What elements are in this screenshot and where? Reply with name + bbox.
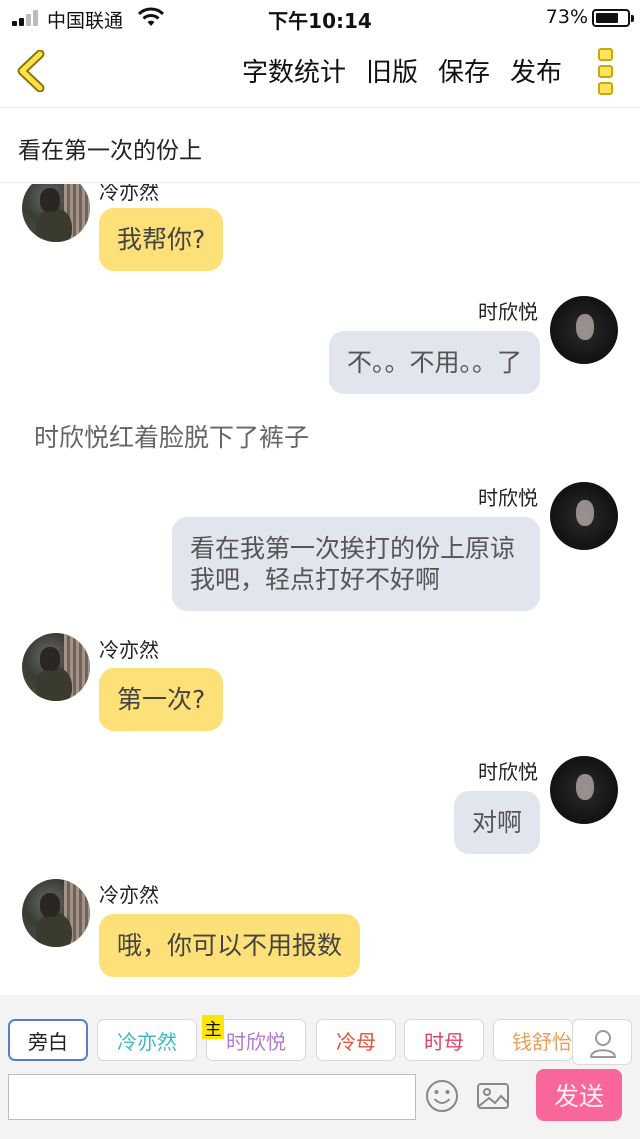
composer-bar: 旁白 冷亦然 时欣悦 主 冷母 时母 钱舒怡 发送 (0, 995, 640, 1139)
avatar-leng-yiran[interactable] (22, 633, 90, 701)
chat-area[interactable]: 冷亦然 我帮你? 时欣悦 不。。不用。。了 时欣悦红着脸脱下了裤子 时欣悦 看在… (0, 184, 640, 995)
message-bubble[interactable]: 对啊 (453, 791, 540, 854)
add-role-button[interactable] (572, 1019, 632, 1065)
old-version-button[interactable]: 旧版 (366, 52, 418, 89)
message-bubble[interactable]: 第一次? (99, 668, 224, 731)
speaker-name: 冷亦然 (99, 184, 159, 204)
message-input[interactable] (8, 1074, 416, 1120)
avatar-leng-yiran[interactable] (22, 184, 90, 242)
message-bubble[interactable]: 不。。不用。。了 (328, 331, 540, 394)
role-leng-mu[interactable]: 冷母 (316, 1019, 396, 1061)
role-label: 时欣悦 (226, 1029, 286, 1054)
role-label: 冷亦然 (117, 1029, 177, 1054)
back-chevron-icon[interactable] (14, 50, 50, 92)
message-bubble[interactable]: 哦，你可以不用报数 (99, 914, 361, 977)
speaker-name: 时欣悦 (478, 486, 538, 510)
message-bubble[interactable]: 看在我第一次挨打的份上原谅我吧，轻点打好不好啊 (172, 517, 540, 611)
battery-icon (592, 9, 634, 27)
role-leng-yiran[interactable]: 冷亦然 (97, 1019, 197, 1061)
clock: 下午10:14 (268, 9, 372, 33)
speaker-name: 时欣悦 (478, 300, 538, 324)
role-shi-mu[interactable]: 时母 (404, 1019, 484, 1061)
speaker-name: 冷亦然 (99, 638, 159, 662)
role-narration[interactable]: 旁白 (8, 1019, 88, 1061)
navigation-bar: 字数统计 旧版 保存 发布 (0, 36, 640, 108)
avatar-shi-xinyue[interactable] (550, 296, 618, 364)
image-icon[interactable] (476, 1079, 510, 1113)
role-label: 旁白 (28, 1029, 68, 1054)
avatar-shi-xinyue[interactable] (550, 482, 618, 550)
role-label: 冷母 (336, 1029, 376, 1054)
speaker-name: 冷亦然 (99, 883, 159, 907)
word-count-button[interactable]: 字数统计 (242, 52, 346, 89)
story-title-bar[interactable]: 看在第一次的份上 (0, 109, 640, 183)
avatar-shi-xinyue[interactable] (550, 756, 618, 824)
status-bar: 中国联通 下午10:14 73% (0, 0, 640, 36)
message-bubble[interactable]: 我帮你? (99, 208, 224, 271)
save-button[interactable]: 保存 (438, 52, 490, 89)
emoji-icon[interactable] (425, 1079, 459, 1113)
send-button[interactable]: 发送 (536, 1069, 622, 1121)
more-menu-icon[interactable] (598, 46, 614, 96)
story-title: 看在第一次的份上 (18, 138, 202, 164)
role-qian-shuyi[interactable]: 钱舒怡 (493, 1019, 573, 1061)
send-button-label: 发送 (553, 1082, 604, 1111)
user-icon (590, 1030, 616, 1058)
battery-percent: 73% (545, 6, 588, 28)
avatar-leng-yiran[interactable] (22, 879, 90, 947)
role-label: 钱舒怡 (512, 1029, 572, 1054)
main-role-badge: 主 (202, 1015, 224, 1040)
speaker-name: 时欣悦 (478, 760, 538, 784)
narration-text[interactable]: 时欣悦红着脸脱下了裤子 (34, 418, 309, 454)
role-label: 时母 (424, 1029, 464, 1054)
nav-actions: 字数统计 旧版 保存 发布 (242, 52, 562, 89)
publish-button[interactable]: 发布 (510, 52, 562, 89)
